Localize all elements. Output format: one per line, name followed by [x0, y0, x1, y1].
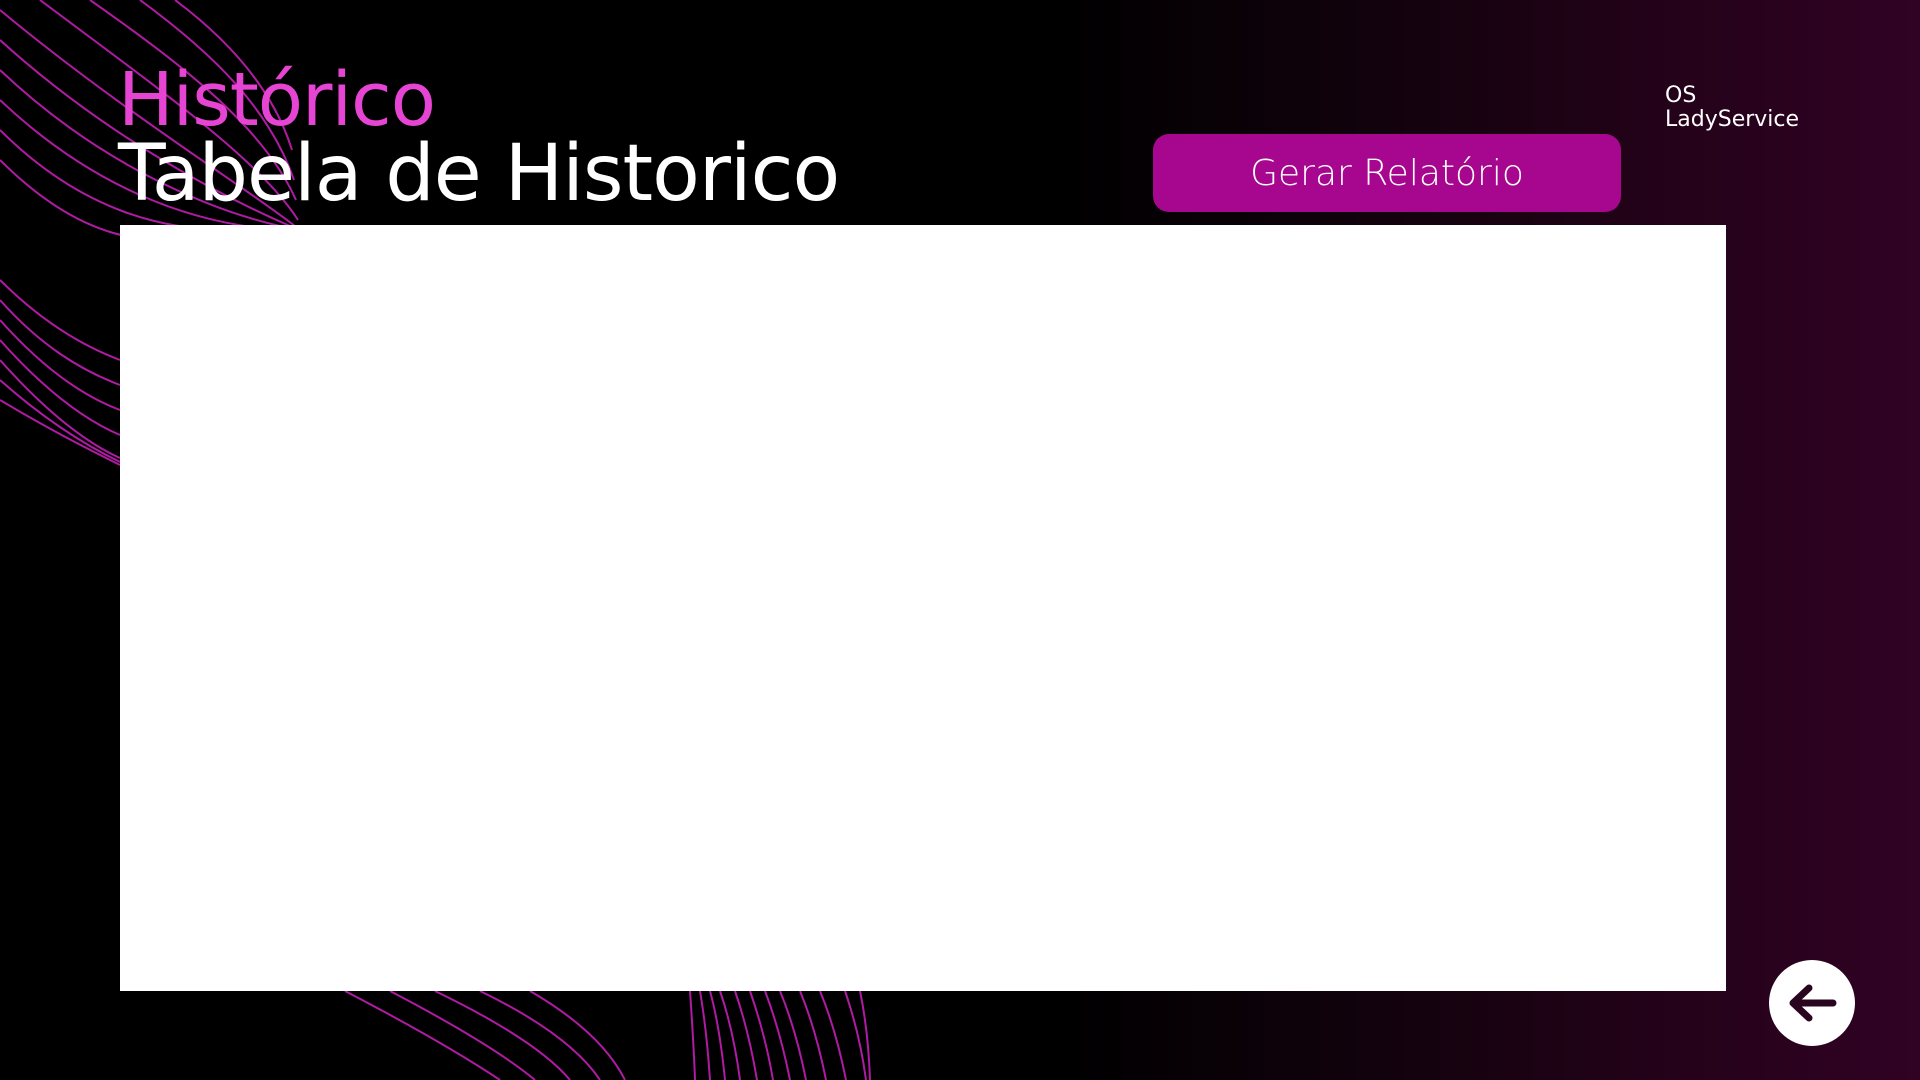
generate-report-button[interactable]: Gerar Relatório: [1153, 134, 1621, 212]
arrow-left-icon: [1789, 984, 1837, 1022]
back-button[interactable]: [1769, 960, 1855, 1046]
history-table: [120, 225, 1726, 991]
brand-line-os: OS: [1665, 83, 1697, 108]
page-subtitle: Tabela de Historico: [118, 129, 840, 219]
brand-line-name: LadyService: [1665, 107, 1800, 132]
brand-logo: OS LadyService: [1665, 84, 1799, 132]
